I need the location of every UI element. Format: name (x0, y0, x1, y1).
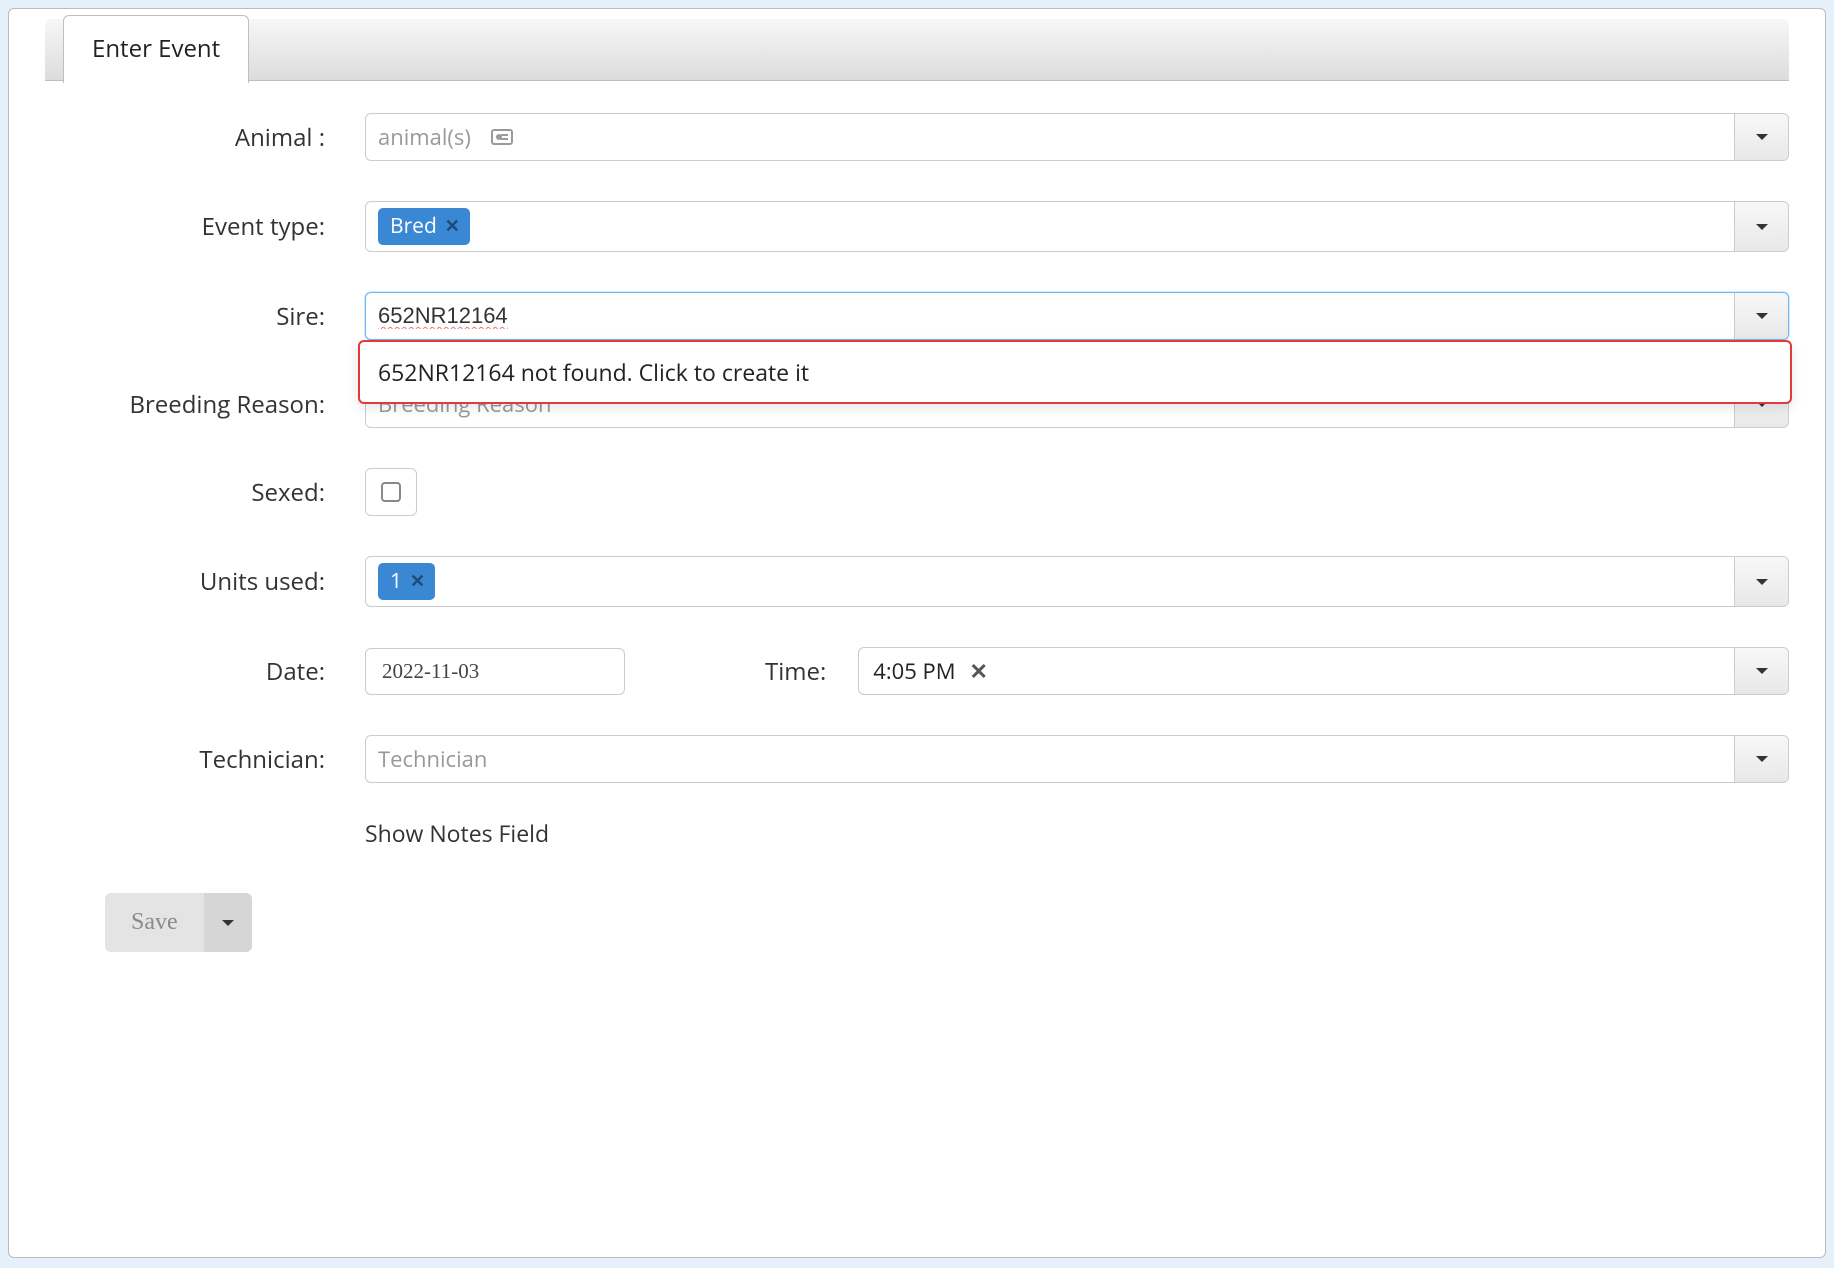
event-type-tag-remove[interactable]: ✕ (445, 214, 460, 238)
sexed-checkbox[interactable] (365, 468, 417, 516)
save-button-group: Save (105, 893, 252, 952)
chevron-down-icon (1756, 668, 1768, 674)
technician-placeholder: Technician (378, 744, 487, 774)
units-used-tag-remove[interactable]: ✕ (410, 569, 425, 593)
time-clear[interactable]: ✕ (970, 656, 988, 686)
technician-caret[interactable] (1734, 736, 1788, 782)
event-type-caret[interactable] (1734, 202, 1788, 251)
chevron-down-icon (1756, 579, 1768, 585)
chevron-down-icon (1756, 224, 1768, 230)
animal-caret[interactable] (1734, 114, 1788, 160)
sire-caret[interactable] (1734, 293, 1788, 339)
date-input[interactable] (365, 648, 625, 695)
time-caret[interactable] (1734, 648, 1788, 694)
animal-placeholder: animal(s) (378, 122, 471, 152)
chevron-down-icon (1756, 313, 1768, 319)
checkbox-icon (381, 482, 401, 502)
units-used-select[interactable]: 1 ✕ (365, 556, 1789, 607)
units-used-tag: 1 ✕ (378, 563, 435, 600)
tab-strip: Enter Event (45, 19, 1789, 81)
event-type-select[interactable]: Bred ✕ (365, 201, 1789, 252)
units-used-label: Units used: (45, 565, 365, 598)
technician-select[interactable]: Technician (365, 735, 1789, 783)
date-label: Date: (45, 655, 365, 688)
units-used-tag-text: 1 (390, 567, 402, 595)
id-card-icon (491, 129, 513, 145)
event-type-tag-text: Bred (390, 212, 437, 240)
sexed-label: Sexed: (45, 476, 365, 509)
event-panel: Enter Event Animal : animal(s) Event typ… (8, 8, 1826, 1258)
event-type-tag: Bred ✕ (378, 208, 470, 245)
breeding-reason-label: Breeding Reason: (45, 388, 365, 421)
units-used-caret[interactable] (1734, 557, 1788, 606)
tab-enter-event[interactable]: Enter Event (63, 15, 249, 83)
animal-select[interactable]: animal(s) (365, 113, 1789, 161)
event-type-label: Event type: (45, 210, 365, 243)
form-area: Animal : animal(s) Event type: Bre (9, 81, 1825, 992)
chevron-down-icon (1756, 134, 1768, 140)
save-dropdown-toggle[interactable] (204, 893, 252, 952)
sire-select[interactable] (365, 292, 1789, 340)
chevron-down-icon (222, 920, 234, 926)
sire-not-found-popup[interactable]: 652NR12164 not found. Click to create it (358, 340, 1792, 404)
technician-label: Technician: (45, 743, 365, 776)
chevron-down-icon (1756, 756, 1768, 762)
time-select[interactable]: 4:05 PM ✕ (858, 647, 1789, 695)
sire-input[interactable] (378, 303, 1722, 329)
show-notes-link[interactable]: Show Notes Field (365, 817, 1789, 849)
time-label: Time: (765, 655, 826, 688)
time-value: 4:05 PM (873, 656, 955, 686)
animal-label: Animal : (45, 121, 365, 154)
save-button[interactable]: Save (105, 893, 204, 952)
sire-label: Sire: (45, 300, 365, 333)
